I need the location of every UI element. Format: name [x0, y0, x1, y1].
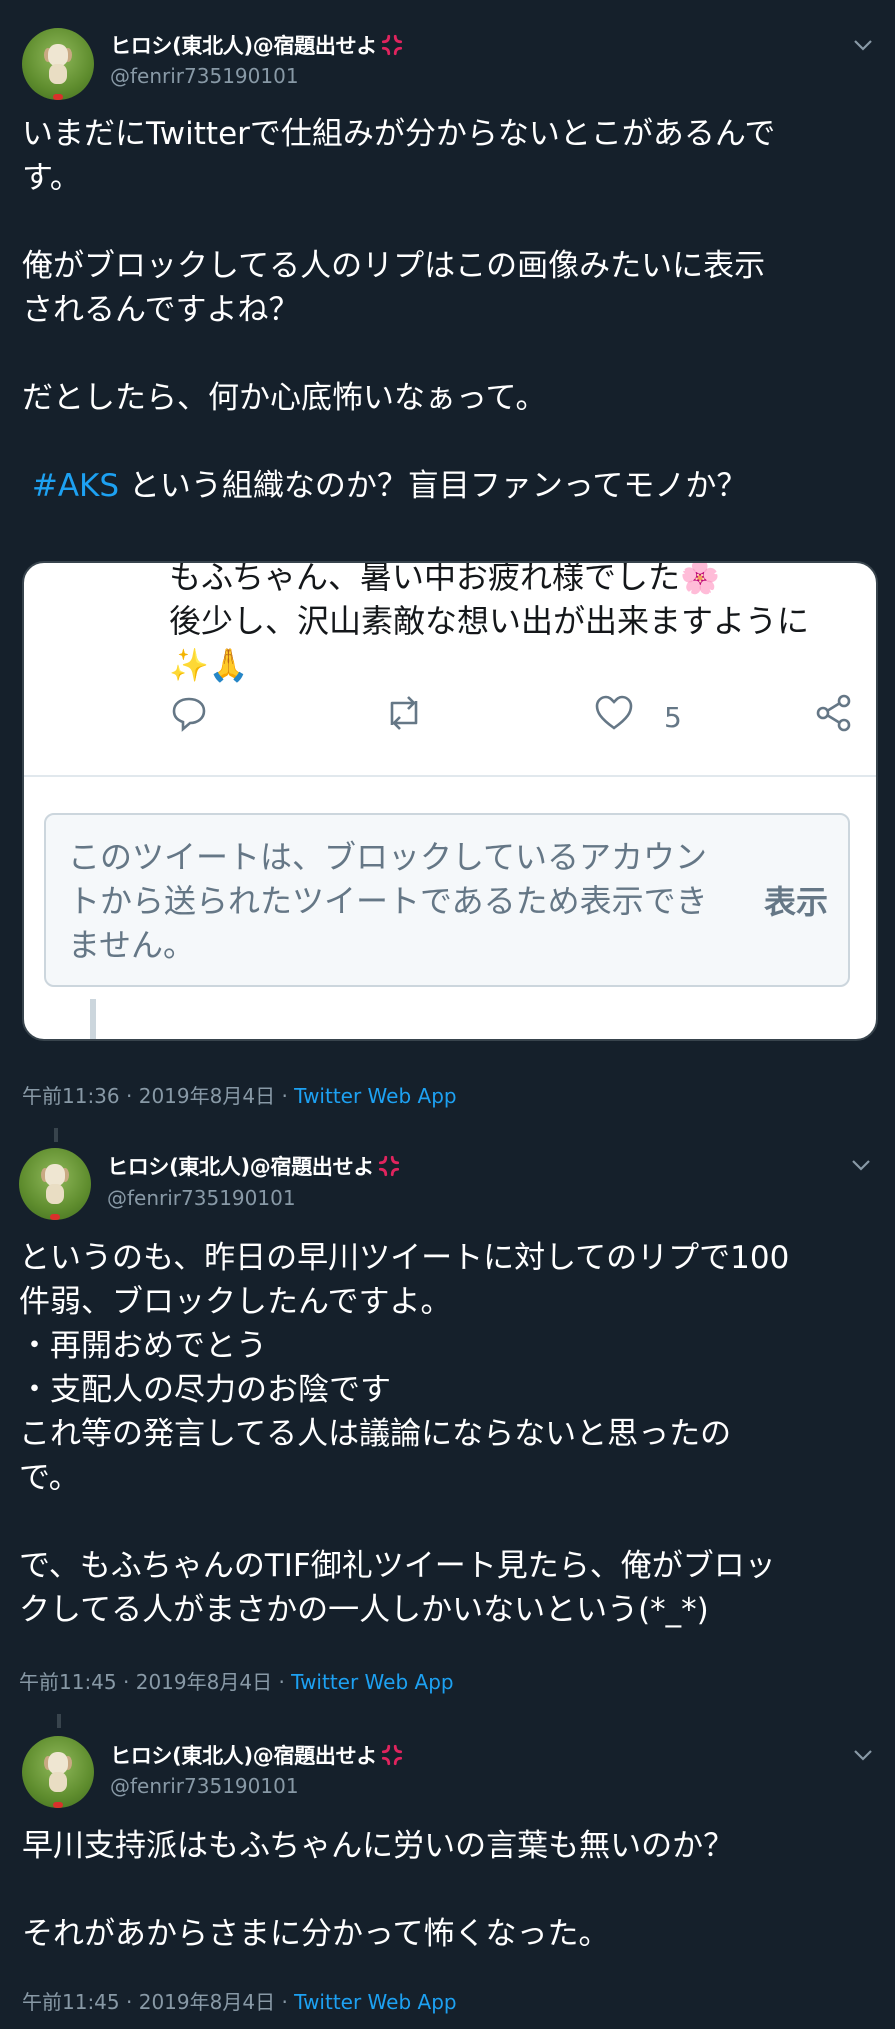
embedded-thread-line [90, 999, 96, 1039]
reply-icon [172, 697, 206, 732]
author-name-row[interactable]: ヒロシ(東北人)@宿題出せよ [110, 30, 405, 60]
display-name[interactable]: ヒロシ(東北人)@宿題出せよ [107, 1151, 374, 1181]
author-name-row[interactable]: ヒロシ(東北人)@宿題出せよ [107, 1151, 402, 1181]
avatar[interactable] [22, 1736, 94, 1808]
embedded-actions-bar: 5 [24, 693, 876, 749]
handle[interactable]: @fenrir735190101 [110, 64, 299, 88]
like-icon [595, 695, 633, 730]
like-count: 5 [664, 701, 682, 734]
retweet-icon [390, 696, 418, 730]
show-button: 表示 [763, 883, 828, 921]
meta-separator: · [278, 1670, 285, 1694]
anger-symbol-icon [378, 1155, 400, 1177]
tweet-text: いまだにTwitterで仕組みが分からないとこがあるんで す。 俺がブロックして… [22, 112, 882, 508]
chevron-down-icon[interactable] [850, 1158, 872, 1172]
tweet-meta: 午前11:45 · 2019年8月4日 · Twitter Web App [22, 1986, 457, 2015]
handle[interactable]: @fenrir735190101 [110, 1774, 299, 1798]
thread-connector [54, 1128, 58, 1142]
tweet-date[interactable]: 2019年8月4日 [136, 1670, 272, 1694]
embedded-tweet-text: もふちゃん、暑い中お疲れ様でした🌸 後少し、沢山素敵な想い出が出来ますように ✨… [169, 561, 810, 684]
anger-symbol-icon [381, 1744, 403, 1766]
author-name-row[interactable]: ヒロシ(東北人)@宿題出せよ [110, 1740, 405, 1770]
meta-separator: · [126, 1990, 133, 2014]
tweet-source-link[interactable]: Twitter Web App [291, 1670, 453, 1694]
attached-image[interactable]: もふちゃん、暑い中お疲れ様でした🌸 後少し、沢山素敵な想い出が出来ますように ✨… [22, 561, 878, 1041]
tweet-source-link[interactable]: Twitter Web App [294, 1084, 456, 1108]
meta-separator: · [126, 1084, 133, 1108]
thread-connector [57, 1714, 61, 1728]
tweet-meta: 午前11:45 · 2019年8月4日 · Twitter Web App [19, 1666, 454, 1695]
tweet-text-body: いまだにTwitterで仕組みが分からないとこがあるんで す。 俺がブロックして… [22, 116, 776, 416]
handle[interactable]: @fenrir735190101 [107, 1186, 296, 1210]
tweet-date[interactable]: 2019年8月4日 [139, 1990, 275, 2014]
share-icon [816, 694, 851, 732]
tweet-text: 早川支持派はもふちゃんに労いの言葉も無いのか？ それがあからさまに分かって怖くな… [22, 1828, 735, 1952]
tweet-time[interactable]: 午前11:45 [22, 1990, 120, 2014]
avatar[interactable] [22, 28, 94, 100]
tweet-source-link[interactable]: Twitter Web App [294, 1990, 456, 2014]
meta-separator: · [123, 1670, 130, 1694]
chevron-down-icon[interactable] [852, 38, 874, 52]
tweet-text-tail: という組織なのか？盲目ファンってモノか？ [119, 468, 748, 504]
chevron-down-icon[interactable] [852, 1748, 874, 1762]
display-name[interactable]: ヒロシ(東北人)@宿題出せよ [110, 30, 377, 60]
display-name[interactable]: ヒロシ(東北人)@宿題出せよ [110, 1740, 377, 1770]
tweet-time[interactable]: 午前11:45 [19, 1670, 117, 1694]
blocked-notice-text: このツイートは、ブロックしているアカウントから送られたツイートであるため表示でき… [68, 838, 708, 964]
avatar[interactable] [19, 1148, 91, 1220]
tweet-text: というのも、昨日の早川ツイートに対してのリプで100 件弱、ブロックしたんですよ… [19, 1240, 790, 1628]
meta-separator: · [281, 1084, 288, 1108]
embedded-divider [24, 775, 876, 777]
tweet-time[interactable]: 午前11:36 [22, 1084, 120, 1108]
blocked-tweet-notice: このツイートは、ブロックしているアカウントから送られたツイートであるため表示でき… [44, 813, 850, 987]
tweet-meta: 午前11:36 · 2019年8月4日 · Twitter Web App [22, 1080, 457, 1109]
hashtag-link[interactable]: #AKS [32, 468, 119, 504]
anger-symbol-icon [381, 34, 403, 56]
tweet-date[interactable]: 2019年8月4日 [139, 1084, 275, 1108]
meta-separator: · [281, 1990, 288, 2014]
